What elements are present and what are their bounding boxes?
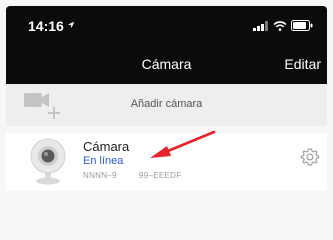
gear-icon[interactable] (300, 147, 320, 167)
battery-icon (291, 20, 313, 31)
page-title: Cámara (141, 56, 192, 72)
top-bar: 14:16 Cámara Editar (6, 6, 327, 84)
add-camera-label: Añadir cámara (130, 98, 203, 110)
device-id: NNNN–9 (83, 171, 117, 180)
location-arrow-icon (67, 21, 75, 29)
device-name: Cámara (83, 139, 130, 154)
device-list-item[interactable]: Cámara En línea NNNN–9 99–EEEDF (6, 133, 327, 191)
device-code: 99–EEEDF (139, 171, 182, 180)
signal-icon (253, 20, 268, 31)
add-camera-row[interactable]: Añadir cámara (6, 84, 327, 126)
camera-list-screen: 14:16 Cámara Editar Añadir cámara Cámara… (0, 0, 333, 240)
status-time: 14:16 (28, 18, 64, 34)
wifi-icon (273, 20, 287, 31)
device-status: En línea (83, 155, 124, 167)
edit-button[interactable]: Editar (284, 56, 321, 72)
webcam-icon (30, 138, 66, 185)
status-icons (253, 20, 313, 31)
